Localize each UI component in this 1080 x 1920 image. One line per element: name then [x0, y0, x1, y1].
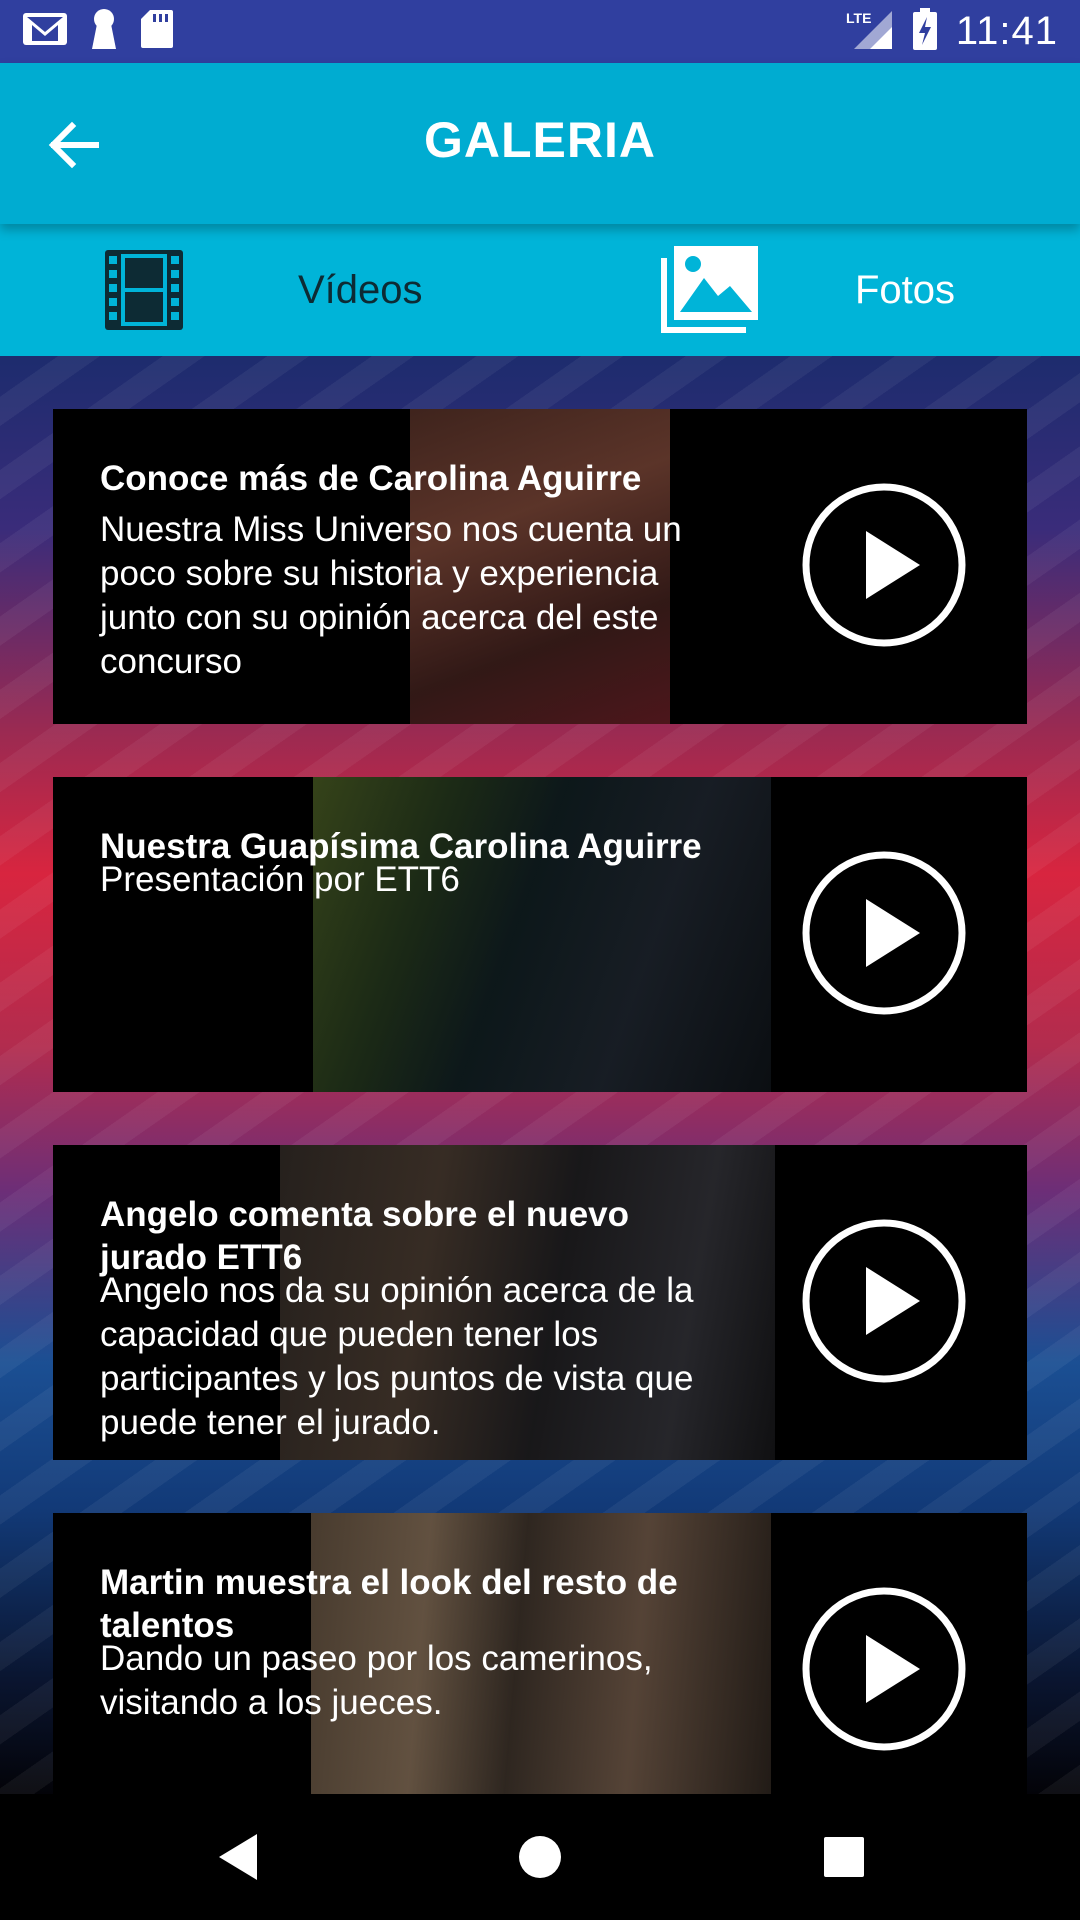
screen: LTE 11:41 GALERIA Vídeos Fotos Conoce má… [0, 0, 1080, 1920]
play-icon [802, 1587, 966, 1751]
video-card-text: Martin muestra el look del resto de tale… [100, 1561, 740, 1725]
tab-fotos[interactable]: Fotos [540, 224, 1080, 356]
app-bar: GALERIA [0, 63, 1080, 224]
video-description: Dando un paseo por los camerinos, visita… [100, 1639, 653, 1722]
video-card-text: Angelo comenta sobre el nuevo jurado ETT… [100, 1193, 740, 1445]
status-bar-left [22, 8, 174, 54]
nav-back-button[interactable] [205, 1824, 271, 1890]
back-triangle-icon [219, 1834, 257, 1880]
video-card-text: Nuestra Guapísima Carolina Aguirre Prese… [100, 825, 740, 902]
play-button[interactable] [802, 1219, 966, 1383]
video-card[interactable]: Martin muestra el look del resto de tale… [53, 1513, 1027, 1794]
video-title: Conoce más de Carolina Aguirre [100, 459, 642, 498]
nav-recents-button[interactable] [811, 1824, 877, 1890]
film-icon [103, 248, 185, 337]
video-title: Angelo comenta sobre el nuevo jurado ETT… [100, 1195, 629, 1277]
play-icon [802, 483, 966, 647]
play-button[interactable] [802, 1587, 966, 1751]
system-nav-bar [0, 1794, 1080, 1920]
gmail-icon [22, 10, 68, 53]
recents-square-icon [824, 1837, 864, 1877]
video-description: Angelo nos da su opinión acerca de la ca… [100, 1271, 694, 1442]
video-list: Conoce más de Carolina Aguirre Nuestra M… [0, 356, 1080, 1794]
status-bar-right: LTE 11:41 [844, 7, 1058, 56]
home-circle-icon [519, 1836, 561, 1878]
video-card[interactable]: Nuestra Guapísima Carolina Aguirre Prese… [53, 777, 1027, 1092]
play-icon [802, 851, 966, 1015]
svg-text:LTE: LTE [846, 10, 871, 26]
video-card[interactable]: Angelo comenta sobre el nuevo jurado ETT… [53, 1145, 1027, 1460]
lte-signal-icon: LTE [844, 7, 894, 56]
battery-charging-icon [912, 7, 938, 56]
play-button[interactable] [802, 483, 966, 647]
keyhole-icon [90, 8, 118, 55]
tab-videos[interactable]: Vídeos [0, 224, 540, 356]
status-time: 11:41 [955, 8, 1058, 53]
tab-videos-label: Vídeos [298, 268, 423, 312]
video-card-text: Conoce más de Carolina Aguirre Nuestra M… [100, 457, 740, 684]
photo-gallery-icon [660, 242, 760, 339]
tab-fotos-label: Fotos [855, 268, 956, 312]
gallery-tabs: Vídeos Fotos [0, 224, 1080, 356]
nav-home-button[interactable] [507, 1824, 573, 1890]
video-title: Martin muestra el look del resto de tale… [100, 1563, 678, 1645]
video-card[interactable]: Conoce más de Carolina Aguirre Nuestra M… [53, 409, 1027, 724]
play-button[interactable] [802, 851, 966, 1015]
page-title: GALERIA [424, 112, 656, 168]
play-icon [802, 1219, 966, 1383]
status-bar: LTE 11:41 [0, 0, 1080, 63]
sd-card-icon [140, 9, 174, 54]
video-description: Nuestra Miss Universo nos cuenta un poco… [100, 510, 682, 681]
